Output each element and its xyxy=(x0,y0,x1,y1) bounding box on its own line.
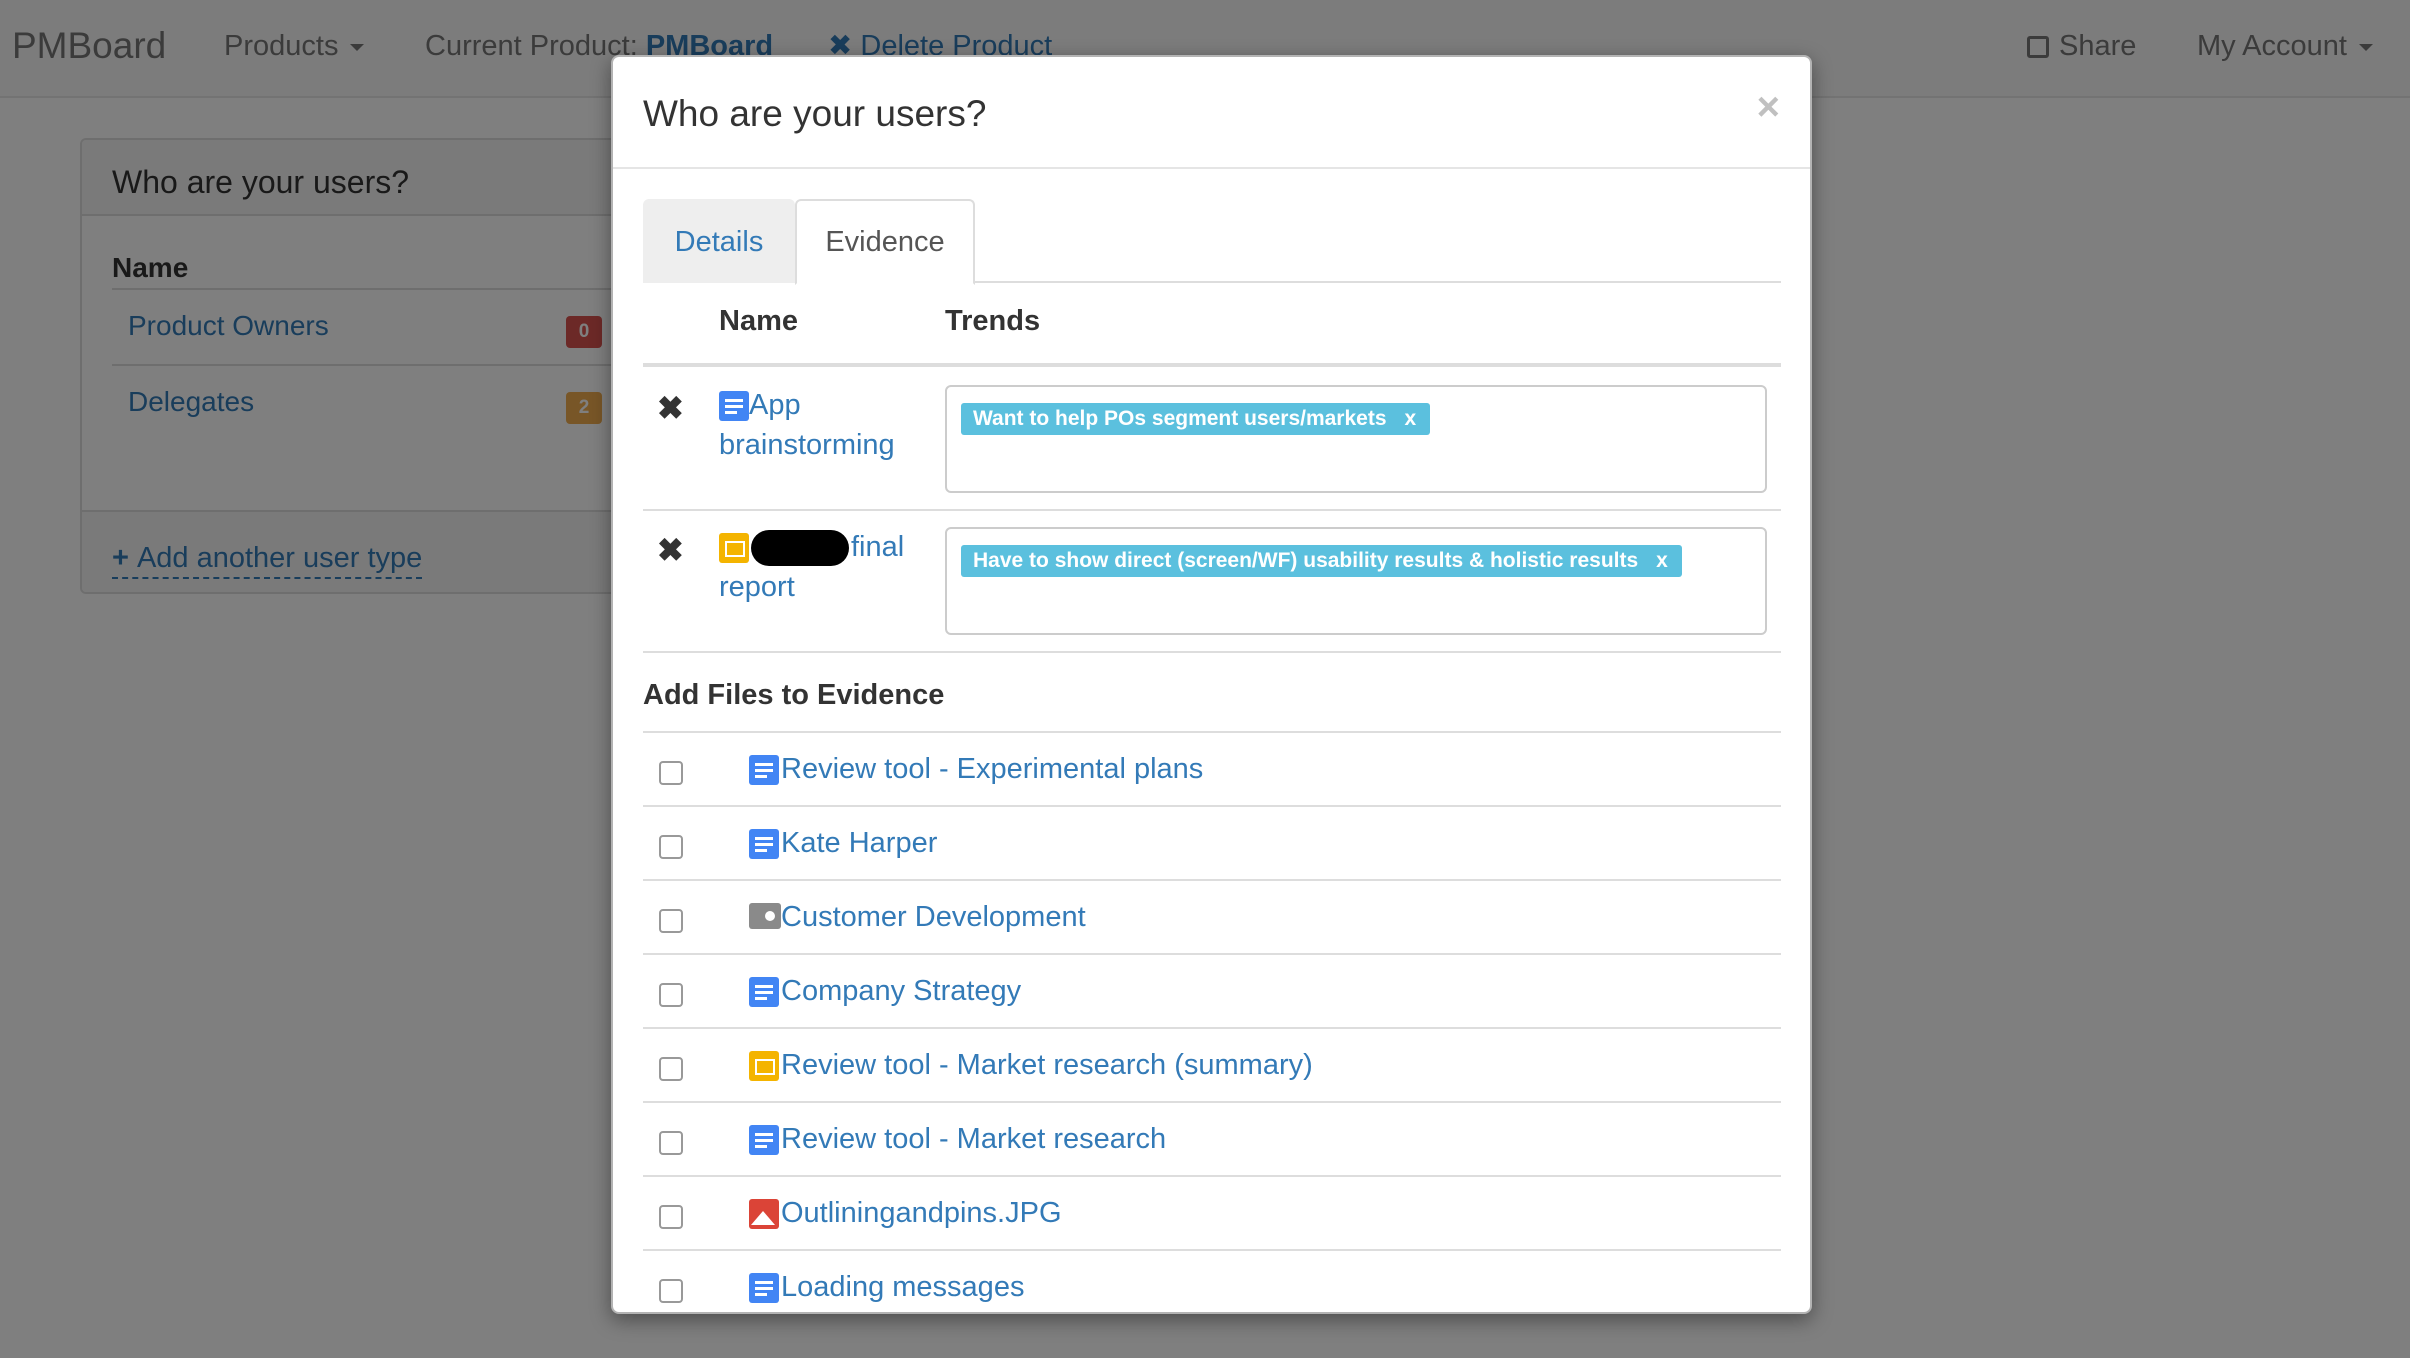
slides-icon xyxy=(719,533,749,564)
file-link[interactable]: Company Strategy xyxy=(781,975,1021,1008)
file-checkbox[interactable] xyxy=(659,1279,683,1303)
file-link[interactable]: Customer Development xyxy=(781,901,1086,934)
list-item: Review tool - Market research (summary) xyxy=(643,1029,1781,1103)
file-link[interactable]: Outliningandpins.JPG xyxy=(781,1197,1062,1230)
file-checkbox[interactable] xyxy=(659,1057,683,1081)
file-link[interactable]: Kate Harper xyxy=(781,827,937,860)
doc-icon xyxy=(749,1273,779,1303)
trend-tag: Want to help POs segment users/markets x xyxy=(961,403,1431,435)
list-item: Review tool - Experimental plans xyxy=(643,733,1781,807)
modal-tabs: Details Evidence xyxy=(643,199,1781,285)
file-link[interactable]: Review tool - Market research xyxy=(781,1123,1166,1156)
doc-icon xyxy=(749,755,779,785)
evidence-row: ✖ App brainstorming Want to help POs seg… xyxy=(643,367,1781,511)
doc-icon xyxy=(749,977,779,1007)
list-item: Review tool - Market research xyxy=(643,1103,1781,1177)
file-checkbox[interactable] xyxy=(659,909,683,933)
file-checkbox[interactable] xyxy=(659,1205,683,1229)
list-item: Customer Development xyxy=(643,881,1781,955)
modal-title: Who are your users? xyxy=(643,93,987,134)
trends-column-header: Trends xyxy=(945,305,1041,337)
doc-icon xyxy=(749,1125,779,1155)
tab-details[interactable]: Details xyxy=(643,199,795,283)
file-checkbox[interactable] xyxy=(659,761,683,785)
file-checkbox[interactable] xyxy=(659,983,683,1007)
list-item: Loading messages xyxy=(643,1251,1781,1312)
doc-icon xyxy=(749,829,779,859)
trend-tag: Have to show direct (screen/WF) usabilit… xyxy=(961,545,1682,577)
trend-tag-label: Have to show direct (screen/WF) usabilit… xyxy=(973,549,1639,572)
evidence-table-header: Name Trends xyxy=(643,283,1781,367)
file-checkbox[interactable] xyxy=(659,1131,683,1155)
file-list: Review tool - Experimental plans Kate Ha… xyxy=(643,731,1781,1312)
shared-folder-icon xyxy=(749,903,781,933)
evidence-file-link[interactable]: App brainstorming xyxy=(719,385,919,465)
remove-evidence-icon[interactable]: ✖ xyxy=(657,389,684,427)
modal-header: Who are your users? × xyxy=(613,57,1810,169)
list-item: Outliningandpins.JPG xyxy=(643,1177,1781,1251)
doc-icon xyxy=(719,391,749,422)
remove-evidence-icon[interactable]: ✖ xyxy=(657,531,684,569)
evidence-row: ✖ final report Have to show direct (scre… xyxy=(643,509,1781,653)
trend-tag-label: Want to help POs segment users/markets xyxy=(973,407,1387,430)
tab-evidence[interactable]: Evidence xyxy=(795,199,975,285)
list-item: Company Strategy xyxy=(643,955,1781,1029)
trends-input[interactable]: Want to help POs segment users/markets x xyxy=(945,385,1767,493)
file-link[interactable]: Review tool - Experimental plans xyxy=(781,753,1203,786)
evidence-file-link[interactable]: final report xyxy=(719,527,919,607)
users-modal: Who are your users? × Details Evidence N… xyxy=(611,55,1812,1314)
file-link[interactable]: Loading messages xyxy=(781,1271,1024,1304)
redaction-mark xyxy=(751,530,849,567)
close-icon[interactable]: × xyxy=(1757,87,1780,127)
remove-trend-icon[interactable]: x xyxy=(1405,407,1417,430)
add-files-title: Add Files to Evidence xyxy=(643,679,945,711)
image-icon xyxy=(749,1199,779,1229)
name-column-header: Name xyxy=(719,305,798,337)
trends-input[interactable]: Have to show direct (screen/WF) usabilit… xyxy=(945,527,1767,635)
file-checkbox[interactable] xyxy=(659,835,683,859)
remove-trend-icon[interactable]: x xyxy=(1656,549,1668,572)
list-item: Kate Harper xyxy=(643,807,1781,881)
slides-icon xyxy=(749,1051,779,1081)
file-link[interactable]: Review tool - Market research (summary) xyxy=(781,1049,1313,1082)
